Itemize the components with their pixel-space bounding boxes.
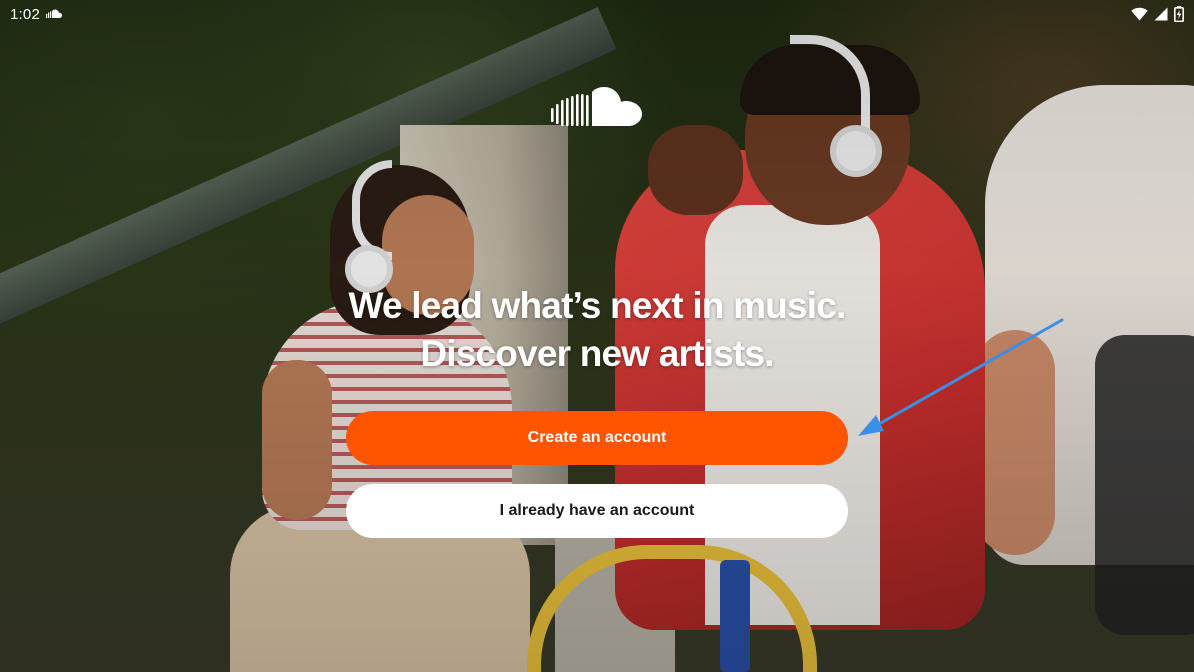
sign-in-button[interactable]: I already have an account — [346, 484, 848, 538]
wifi-icon — [1131, 7, 1148, 21]
headline-line-1: We lead what’s next in music. — [348, 285, 846, 326]
status-bar: 1:02 — [0, 0, 1194, 28]
battery-icon — [1174, 6, 1184, 22]
headline: We lead what’s next in music. Discover n… — [297, 282, 897, 378]
soundcloud-logo-icon — [551, 87, 642, 126]
headline-line-2: Discover new artists. — [420, 333, 774, 374]
soundcloud-notification-icon — [46, 9, 62, 18]
annotation-arrow-icon — [858, 318, 1064, 436]
status-time: 1:02 — [10, 5, 40, 23]
cellular-signal-icon — [1154, 7, 1168, 21]
create-account-button[interactable]: Create an account — [346, 411, 848, 465]
